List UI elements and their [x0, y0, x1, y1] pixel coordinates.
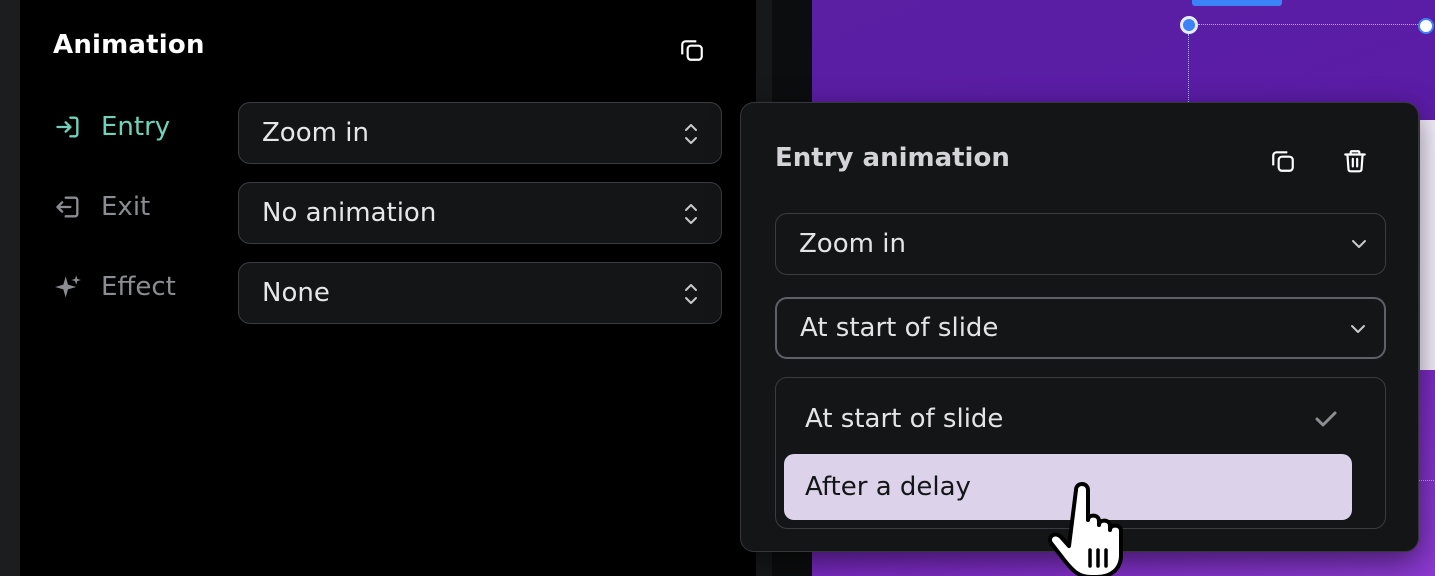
selection-guide — [1198, 24, 1435, 25]
delete-animation-button[interactable] — [1339, 145, 1371, 177]
option-label: At start of slide — [805, 404, 1004, 434]
rotation-handle[interactable] — [1180, 16, 1198, 34]
entry-animation-select[interactable]: Zoom in — [238, 102, 722, 164]
exit-label: Exit — [101, 192, 151, 222]
exit-animation-select[interactable]: No animation — [238, 182, 722, 244]
sparkle-icon — [53, 272, 83, 302]
option-label: After a delay — [805, 472, 971, 502]
app-stage: Animation Entry Zoom in Exit No animatio… — [0, 0, 1435, 576]
dropdown-option-after-delay[interactable]: After a delay — [784, 454, 1352, 520]
animation-timing-select[interactable]: At start of slide — [775, 297, 1386, 359]
animation-type-select[interactable]: Zoom in — [775, 213, 1386, 275]
stepper-icon — [685, 284, 697, 304]
animation-timing-value: At start of slide — [800, 313, 999, 343]
resize-handle[interactable] — [1418, 18, 1434, 34]
popover-title: Entry animation — [775, 143, 1010, 173]
exit-animation-value: No animation — [262, 198, 437, 228]
left-edge-strip — [0, 0, 20, 576]
check-icon — [1315, 411, 1337, 427]
chevron-down-icon — [1352, 240, 1366, 248]
entry-label: Entry — [101, 112, 171, 142]
dropdown-option-at-start[interactable]: At start of slide — [784, 386, 1352, 452]
chevron-down-icon — [1351, 325, 1365, 333]
effect-select[interactable]: None — [238, 262, 722, 324]
animation-type-value: Zoom in — [799, 229, 906, 259]
exit-icon — [53, 192, 83, 222]
stepper-icon — [685, 124, 697, 144]
slide-text-fragment — [1420, 120, 1435, 370]
selection-guide-vertical — [1188, 34, 1189, 104]
animation-panel: Animation Entry Zoom in Exit No animatio… — [20, 0, 756, 576]
entry-row-label: Entry — [53, 112, 170, 142]
timing-dropdown-menu: At start of slide After a delay — [775, 377, 1386, 529]
trash-icon — [1344, 150, 1366, 173]
copy-animation-button[interactable] — [676, 34, 708, 66]
panel-title: Animation — [53, 30, 205, 60]
entry-animation-value: Zoom in — [262, 118, 369, 148]
copy-icon — [1272, 151, 1294, 172]
entry-icon — [53, 112, 83, 142]
duplicate-animation-button[interactable] — [1267, 145, 1299, 177]
selection-tab[interactable] — [1192, 0, 1282, 6]
exit-row-label: Exit — [53, 192, 150, 222]
effect-label: Effect — [101, 272, 176, 302]
entry-animation-popover: Entry animation Zoom in At start of slid… — [740, 102, 1419, 552]
copy-icon — [681, 40, 703, 61]
effect-value: None — [262, 278, 330, 308]
stepper-icon — [685, 204, 697, 224]
effect-row-label: Effect — [53, 272, 176, 302]
